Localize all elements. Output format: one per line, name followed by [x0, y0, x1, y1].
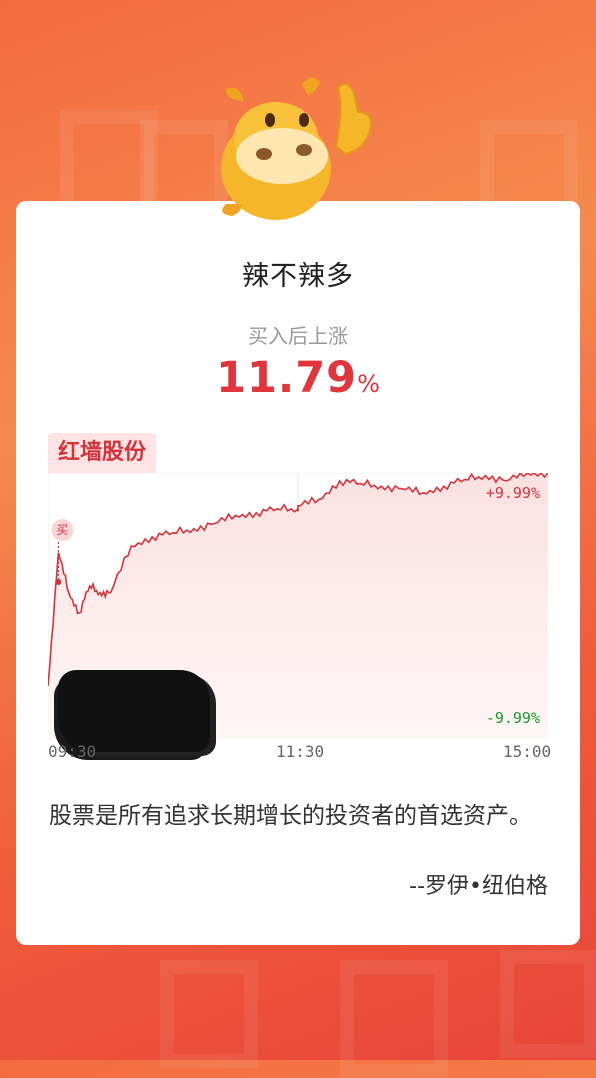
card-title: 辣不辣多	[242, 261, 354, 292]
quote-author: --罗伊•纽伯格	[409, 874, 548, 899]
background-pattern	[160, 960, 258, 1068]
buy-marker-dot	[55, 579, 62, 586]
x-tick-label: 15:00	[503, 742, 552, 761]
x-tick-label: 09:30	[48, 742, 97, 761]
gain-number: 11.79	[216, 353, 358, 403]
stock-name-tag: 红墙股份	[48, 433, 157, 473]
quote-text: 股票是所有追求长期增长的投资者的首选资产。	[49, 803, 532, 829]
background-pattern	[340, 960, 448, 1078]
background-pattern	[500, 950, 596, 1058]
gain-unit: %	[357, 370, 380, 398]
limit-up-label: +9.99%	[485, 484, 540, 502]
x-tick-label: 11:30	[276, 742, 325, 761]
gain-value: 11.79%	[0, 353, 596, 403]
cow-mascot-icon	[221, 77, 372, 220]
redaction-scribble	[58, 670, 210, 752]
gain-caption: 买入后上涨	[248, 324, 348, 348]
limit-down-label: -9.99%	[485, 709, 540, 727]
buy-marker-label: 买	[56, 523, 68, 537]
